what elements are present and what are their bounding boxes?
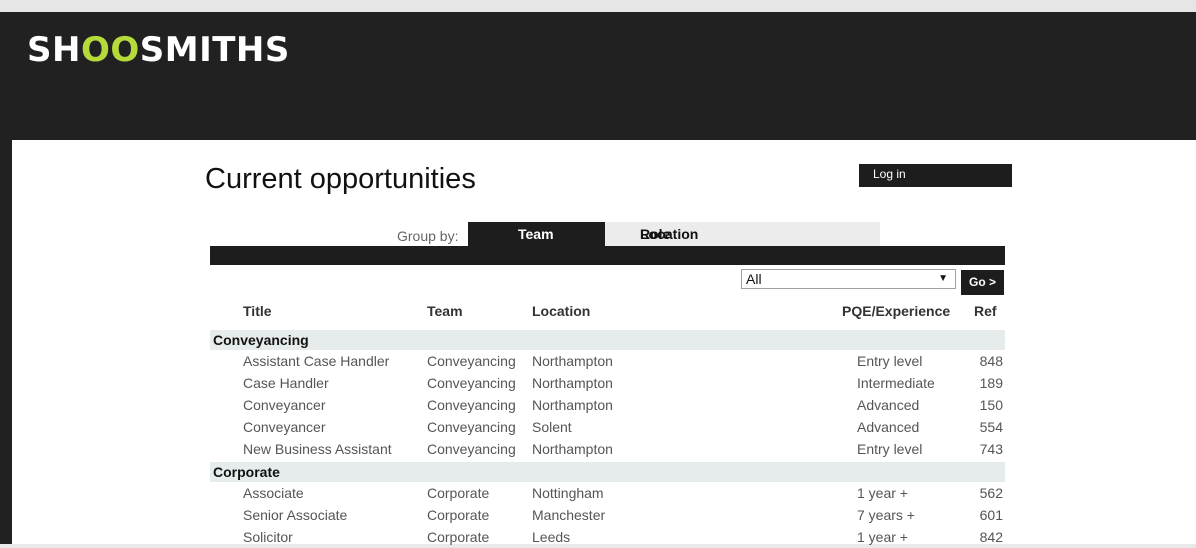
main-content: Current opportunities Log in Group by: T… (12, 140, 1196, 545)
table-row[interactable]: Case Handler Conveyancing Northampton In… (210, 372, 1005, 394)
job-team: Corporate (427, 507, 490, 523)
job-ref: 848 (979, 353, 1003, 369)
job-title: Associate (243, 485, 304, 501)
job-team: Corporate (427, 529, 490, 545)
job-title: Senior Associate (243, 507, 348, 523)
site-header: SHOOSMITHS (0, 12, 1196, 140)
job-pqe: 1 year + (857, 485, 908, 501)
column-header-title: Title (243, 303, 272, 319)
group-name: Corporate (213, 464, 280, 480)
job-pqe: Intermediate (857, 375, 935, 391)
job-location: Northampton (532, 441, 613, 457)
table-row[interactable]: Solicitor Corporate Leeds 1 year + 842 (210, 526, 1005, 548)
job-location: Leeds (532, 529, 571, 545)
column-header-team: Team (427, 303, 463, 319)
group-header-conveyancing: Conveyancing (210, 330, 1005, 350)
logo-text-end: SMITHS (139, 30, 290, 70)
job-ref: 562 (979, 485, 1003, 501)
table-row[interactable]: New Business Assistant Conveyancing Nort… (210, 438, 1005, 460)
dark-band (210, 246, 1005, 265)
job-title: Assistant Case Handler (243, 353, 390, 369)
table-row[interactable]: Conveyancer Conveyancing Solent Advanced… (210, 416, 1005, 438)
job-team: Conveyancing (427, 397, 516, 413)
filter-select[interactable]: All ▼ (741, 269, 956, 289)
job-pqe: Entry level (857, 353, 923, 369)
table-row[interactable]: Conveyancer Conveyancing Northampton Adv… (210, 394, 1005, 416)
job-pqe: Advanced (857, 397, 920, 413)
page-title: Current opportunities (205, 163, 476, 195)
logo-rings: OO (80, 30, 140, 70)
tab-strip-inactive: Location Role (605, 222, 880, 247)
job-title: Conveyancer (243, 419, 326, 435)
job-pqe: Entry level (857, 441, 923, 457)
job-team: Conveyancing (427, 353, 516, 369)
go-button[interactable]: Go > (961, 270, 1004, 295)
job-ref: 554 (979, 419, 1003, 435)
job-ref: 150 (979, 397, 1003, 413)
job-pqe: 1 year + (857, 529, 908, 545)
shoosmiths-logo[interactable]: SHOOSMITHS (27, 30, 290, 70)
job-location: Northampton (532, 375, 613, 391)
column-header-pqe: PQE/Experience (842, 303, 951, 319)
job-title: Solicitor (243, 529, 293, 545)
group-by-label: Group by: (397, 228, 459, 244)
job-ref: 842 (979, 529, 1003, 545)
column-header-ref: Ref (974, 303, 997, 319)
job-location: Solent (532, 419, 572, 435)
job-pqe: Advanced (857, 419, 920, 435)
job-location: Northampton (532, 397, 613, 413)
job-pqe: 7 years + (857, 507, 915, 523)
job-ref: 743 (979, 441, 1003, 457)
filter-selected-value: All (746, 271, 762, 287)
job-ref: 601 (979, 507, 1003, 523)
logo-text-start: SH (27, 30, 81, 70)
job-team: Conveyancing (427, 441, 516, 457)
job-location: Northampton (532, 353, 613, 369)
table-row[interactable]: Associate Corporate Nottingham 1 year + … (210, 482, 1005, 504)
dropdown-arrow-icon: ▼ (938, 273, 948, 284)
top-strip (0, 0, 1196, 12)
table-row[interactable]: Assistant Case Handler Conveyancing Nort… (210, 350, 1005, 372)
column-header-location: Location (532, 303, 591, 319)
group-header-corporate: Corporate (210, 462, 1005, 482)
job-location: Nottingham (532, 485, 604, 501)
job-team: Corporate (427, 485, 490, 501)
job-team: Conveyancing (427, 375, 516, 391)
login-button[interactable]: Log in (859, 164, 1012, 187)
job-title: Conveyancer (243, 397, 326, 413)
tab-team[interactable]: Team (468, 222, 605, 247)
job-ref: 189 (979, 375, 1003, 391)
job-title: New Business Assistant (243, 441, 392, 457)
group-name: Conveyancing (213, 332, 309, 348)
job-team: Conveyancing (427, 419, 516, 435)
table-row[interactable]: Senior Associate Corporate Manchester 7 … (210, 504, 1005, 526)
job-location: Manchester (532, 507, 606, 523)
tab-role[interactable]: Role (640, 222, 670, 247)
job-title: Case Handler (243, 375, 329, 391)
left-dark-bar (0, 140, 12, 544)
